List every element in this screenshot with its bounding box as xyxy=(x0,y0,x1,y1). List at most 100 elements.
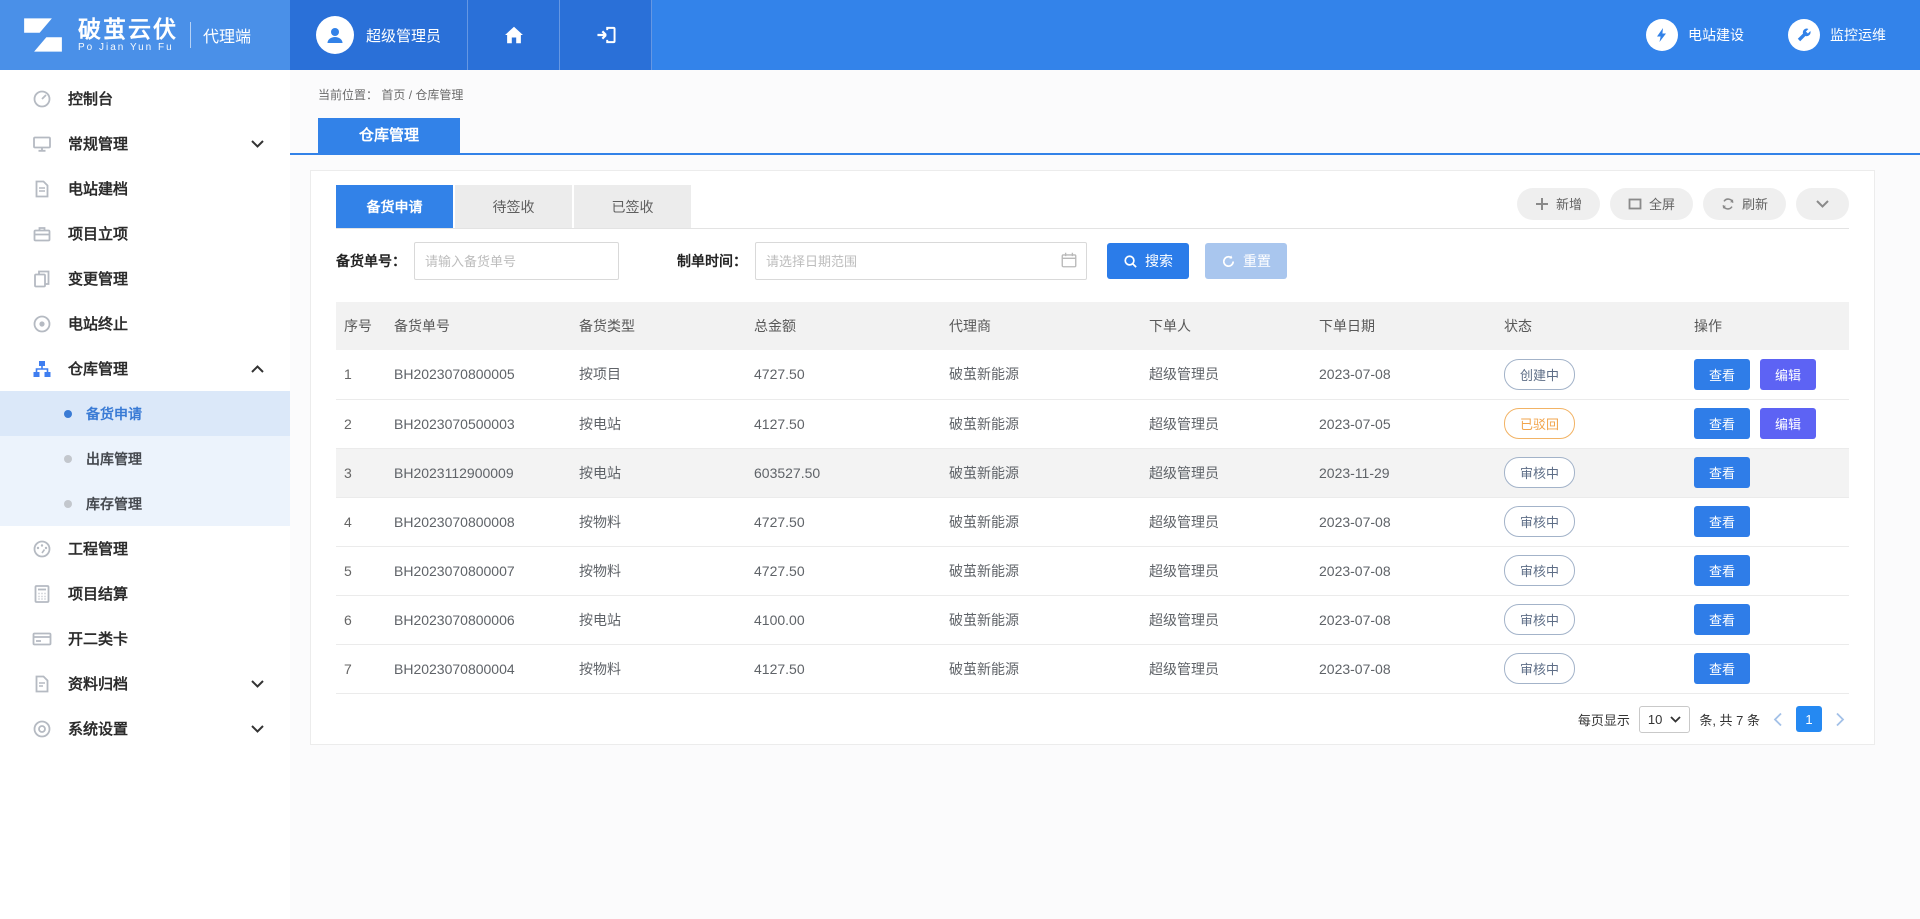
sidebar-item[interactable]: 电站建档 xyxy=(0,166,290,211)
view-button[interactable]: 查看 xyxy=(1694,457,1750,488)
search-button-label: 搜索 xyxy=(1145,251,1173,271)
brand-title: 破茧云伏 xyxy=(78,17,178,42)
panel-card: 备货申请待签收已签收新增全屏刷新 备货单号： 制单时间： xyxy=(310,170,1875,745)
sidebar-item[interactable]: 项目立项 xyxy=(0,211,290,256)
chevron-left-icon xyxy=(1773,712,1783,727)
nav-plant-construction[interactable]: 电站建设 xyxy=(1646,19,1744,51)
actions-cell: 查看 xyxy=(1686,448,1849,497)
status-cell: 审核中 xyxy=(1496,644,1686,693)
table-cell: 4727.50 xyxy=(746,546,941,595)
settings-icon xyxy=(32,719,52,739)
home-icon xyxy=(503,24,525,46)
view-button[interactable]: 查看 xyxy=(1694,653,1750,684)
panel-tab[interactable]: 已签收 xyxy=(574,185,691,228)
prev-page-button[interactable] xyxy=(1769,712,1787,727)
sidebar-item[interactable]: 电站终止 xyxy=(0,301,290,346)
table-cell: 1 xyxy=(336,350,386,399)
page-tab-bar: 仓库管理 xyxy=(290,118,1920,155)
total-count-label: 条, 共 7 条 xyxy=(1699,710,1760,729)
header-right-nav: 电站建设 监控运维 xyxy=(1646,0,1920,70)
table-cell: 按物料 xyxy=(571,644,746,693)
brand-subtitle: Po Jian Yun Fu xyxy=(78,42,178,53)
page-number-button[interactable]: 1 xyxy=(1796,706,1822,732)
table-cell: 按电站 xyxy=(571,399,746,448)
panel-tab[interactable]: 待签收 xyxy=(455,185,572,228)
sidebar-item[interactable]: 开二类卡 xyxy=(0,616,290,661)
column-header: 下单日期 xyxy=(1311,302,1496,350)
sidebar-item[interactable]: 项目结算 xyxy=(0,571,290,616)
view-button[interactable]: 查看 xyxy=(1694,506,1750,537)
toolbar-more-button[interactable] xyxy=(1796,188,1849,220)
date-range-wrap xyxy=(755,242,1087,280)
reset-button[interactable]: 重置 xyxy=(1205,243,1287,279)
edit-button[interactable]: 编辑 xyxy=(1760,359,1816,390)
table-cell: 按项目 xyxy=(571,350,746,399)
sidebar-subitem[interactable]: 出库管理 xyxy=(0,436,290,481)
status-badge: 审核中 xyxy=(1504,604,1575,635)
sidebar-subitem[interactable]: 备货申请 xyxy=(0,391,290,436)
status-cell: 审核中 xyxy=(1496,595,1686,644)
column-header: 代理商 xyxy=(941,302,1141,350)
status-cell: 审核中 xyxy=(1496,546,1686,595)
home-button[interactable] xyxy=(468,0,560,70)
order-no-input[interactable] xyxy=(414,242,619,280)
per-page-select[interactable]: 10 xyxy=(1639,706,1690,733)
search-button[interactable]: 搜索 xyxy=(1107,243,1189,279)
table-body: 1BH2023070800005按项目4727.50破茧新能源超级管理员2023… xyxy=(336,350,1849,693)
toolbar-button[interactable]: 新增 xyxy=(1517,188,1600,220)
copy-icon xyxy=(32,269,52,289)
sidebar-item[interactable]: 控制台 xyxy=(0,76,290,121)
top-header: 破茧云伏 Po Jian Yun Fu 代理端 超级管理员 电 xyxy=(0,0,1920,70)
table-row: 6BH2023070800006按电站4100.00破茧新能源超级管理员2023… xyxy=(336,595,1849,644)
calculator-icon xyxy=(32,584,52,604)
sidebar-item-label: 工程管理 xyxy=(68,538,128,559)
sidebar-item-label: 资料归档 xyxy=(68,673,128,694)
nav-monitoring-ops[interactable]: 监控运维 xyxy=(1788,19,1886,51)
view-button[interactable]: 查看 xyxy=(1694,359,1750,390)
reset-button-label: 重置 xyxy=(1243,251,1271,271)
sidebar-item-label: 常规管理 xyxy=(68,133,128,154)
sidebar-item[interactable]: 常规管理 xyxy=(0,121,290,166)
table-cell: 超级管理员 xyxy=(1141,350,1311,399)
sidebar-item[interactable]: 资料归档 xyxy=(0,661,290,706)
panel-toolbar: 新增全屏刷新 xyxy=(1517,185,1849,228)
status-cell: 已驳回 xyxy=(1496,399,1686,448)
column-header: 备货单号 xyxy=(386,302,571,350)
table-cell: 按物料 xyxy=(571,497,746,546)
edit-button[interactable]: 编辑 xyxy=(1760,408,1816,439)
panel-tab[interactable]: 备货申请 xyxy=(336,185,453,228)
reset-icon xyxy=(1221,254,1236,269)
sidebar-item-label: 控制台 xyxy=(68,88,113,109)
next-page-button[interactable] xyxy=(1831,712,1849,727)
sidebar-subitem[interactable]: 库存管理 xyxy=(0,481,290,526)
toolbar-button[interactable]: 刷新 xyxy=(1703,188,1786,220)
table-cell: 7 xyxy=(336,644,386,693)
page-tab-warehouse[interactable]: 仓库管理 xyxy=(318,118,460,153)
header-user[interactable]: 超级管理员 xyxy=(290,0,468,70)
user-icon xyxy=(324,24,346,46)
view-button[interactable]: 查看 xyxy=(1694,555,1750,586)
logout-button[interactable] xyxy=(560,0,652,70)
toolbar-button[interactable]: 全屏 xyxy=(1610,188,1693,220)
sidebar-item[interactable]: 工程管理 xyxy=(0,526,290,571)
table-header: 序号备货单号备货类型总金额代理商下单人下单日期状态操作 xyxy=(336,302,1849,350)
column-header: 下单人 xyxy=(1141,302,1311,350)
column-header: 状态 xyxy=(1496,302,1686,350)
date-range-input[interactable] xyxy=(755,242,1087,280)
sidebar-item[interactable]: 变更管理 xyxy=(0,256,290,301)
view-button[interactable]: 查看 xyxy=(1694,408,1750,439)
archive-icon xyxy=(32,674,52,694)
sidebar-item[interactable]: 系统设置 xyxy=(0,706,290,751)
nav-label: 电站建设 xyxy=(1688,25,1744,45)
sidebar-item[interactable]: 仓库管理 xyxy=(0,346,290,391)
dashboard-icon xyxy=(32,539,52,559)
status-badge: 已驳回 xyxy=(1504,408,1575,439)
sitemap-icon xyxy=(32,359,52,379)
table-cell: 3 xyxy=(336,448,386,497)
view-button[interactable]: 查看 xyxy=(1694,604,1750,635)
table-cell: 2023-07-05 xyxy=(1311,399,1496,448)
table-row: 4BH2023070800008按物料4727.50破茧新能源超级管理员2023… xyxy=(336,497,1849,546)
breadcrumb-path[interactable]: 首页 / 仓库管理 xyxy=(381,88,463,102)
chevrondown-icon xyxy=(1816,200,1829,208)
gauge-icon xyxy=(32,89,52,109)
